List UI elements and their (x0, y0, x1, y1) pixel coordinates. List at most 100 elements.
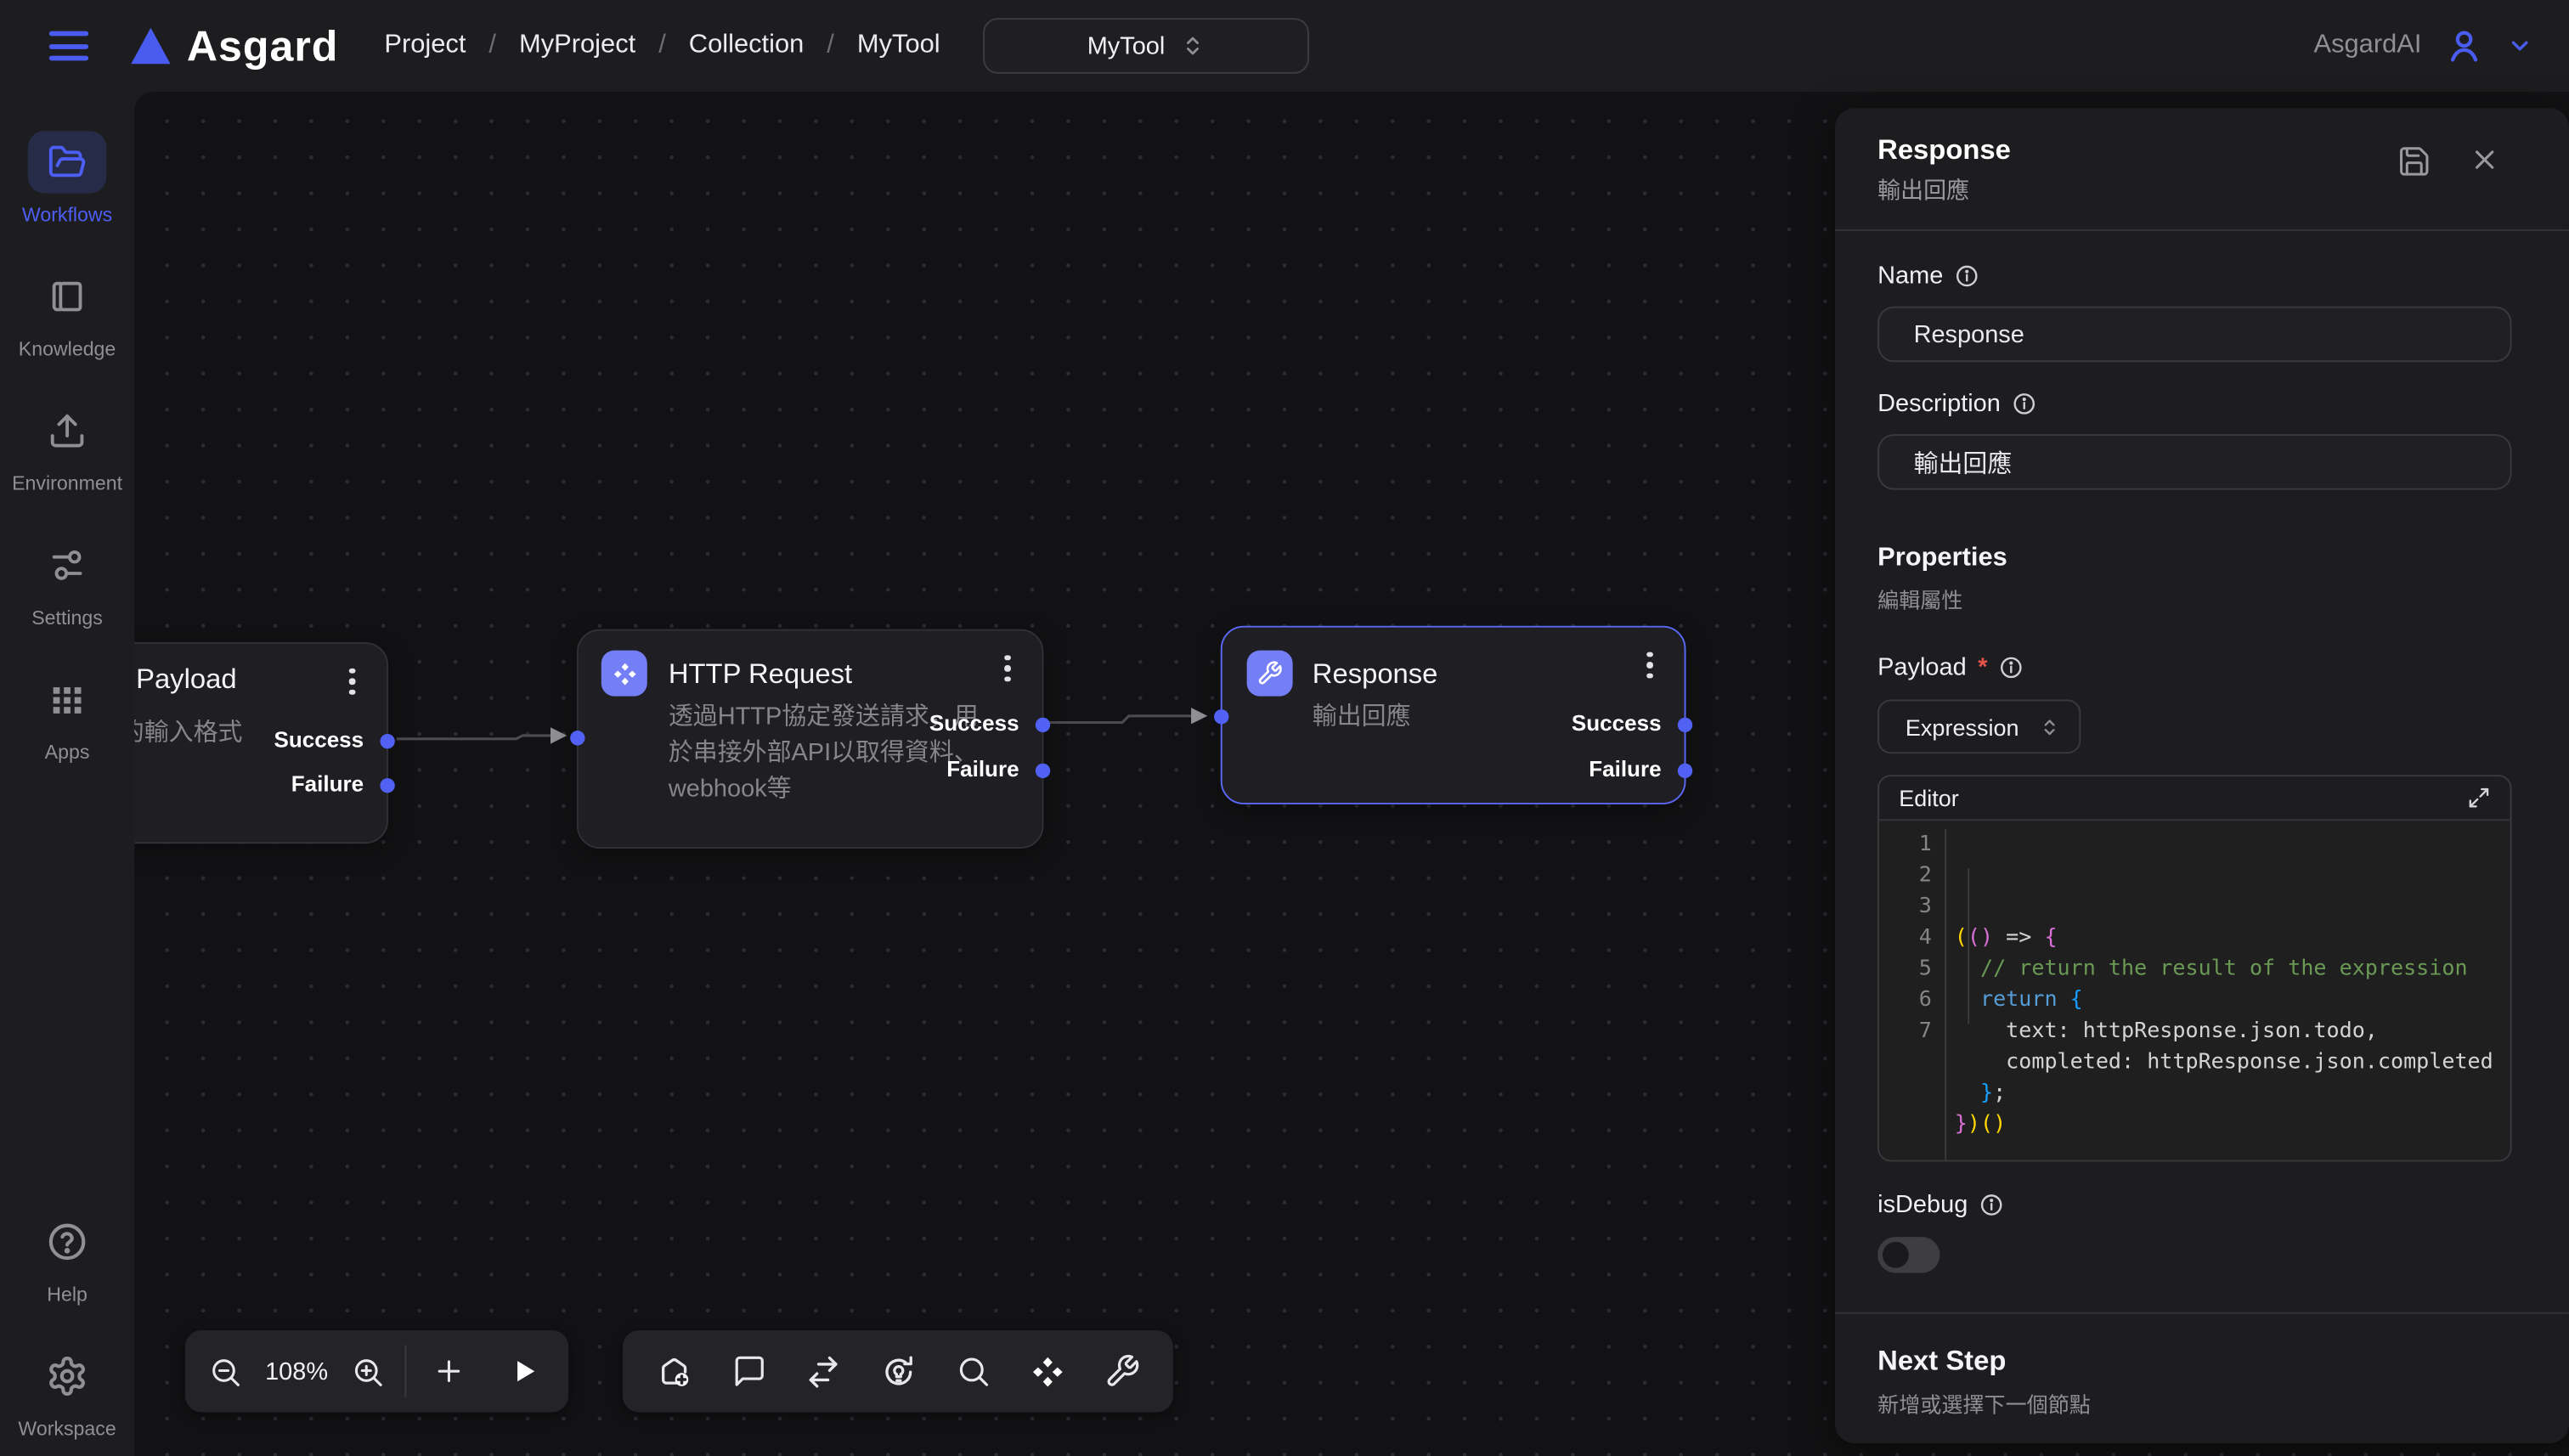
chevrons-up-down-icon (2040, 717, 2059, 736)
name-field-label: Name (1877, 262, 2511, 291)
folder-open-icon (48, 143, 87, 182)
port-failure-label: Failure (1589, 757, 1661, 782)
sidebar-label: Help (47, 1283, 88, 1306)
breadcrumb-mytool[interactable]: MyTool (857, 31, 940, 61)
description-field-label: Description (1877, 390, 2511, 418)
port-success-label: Success (274, 727, 364, 752)
expand-icon[interactable] (2467, 787, 2490, 810)
required-marker: * (1978, 653, 1987, 681)
node-title: Payload (136, 663, 236, 697)
chevron-down-icon[interactable] (2507, 33, 2533, 59)
tool-select-value: MyTool (1087, 32, 1166, 60)
payload-type-select[interactable]: Expression (1877, 699, 2081, 753)
zoom-in-icon[interactable] (351, 1354, 385, 1389)
workflow-nodes-icon[interactable] (1030, 1352, 1067, 1390)
code-line: // return the result of the expression (1955, 953, 2510, 985)
run-play-icon[interactable] (508, 1355, 541, 1388)
node-title: HTTP Request (669, 658, 852, 691)
node-menu-icon[interactable] (1635, 651, 1665, 680)
node-title: Response (1313, 658, 1438, 691)
node-payload[interactable]: Payload 的輸入格式 Success Failure (134, 642, 388, 844)
node-response[interactable]: Response 輸出回應 Success Failure (1221, 626, 1686, 804)
sidebar-label: Settings (31, 607, 103, 629)
input-handle[interactable] (570, 731, 584, 745)
search-icon[interactable] (956, 1353, 991, 1389)
editor-title: Editor (1899, 785, 1959, 811)
description-input[interactable]: 輸出回應 (1877, 434, 2511, 490)
panel-divider (1835, 229, 2569, 231)
help-circle-icon (46, 1221, 88, 1263)
indent-guide (1967, 868, 1968, 1024)
sidebar-item-settings[interactable]: Settings (8, 534, 127, 629)
payload-field-label: Payload * (1877, 653, 2511, 681)
zoom-level-label[interactable]: 108% (263, 1357, 331, 1385)
input-handle[interactable] (1214, 709, 1228, 724)
hamburger-menu-icon[interactable] (49, 31, 88, 61)
breadcrumb-separator: / (827, 31, 834, 61)
breadcrumb: Project / MyProject / Collection / MyToo… (384, 31, 940, 61)
panel-title: Response (1877, 134, 2011, 167)
isdebug-toggle[interactable] (1877, 1237, 1939, 1273)
add-node-icon[interactable] (655, 1352, 692, 1390)
breadcrumb-separator: / (488, 31, 496, 61)
breadcrumb-collection[interactable]: Collection (689, 31, 805, 61)
add-icon[interactable] (432, 1355, 466, 1388)
node-menu-icon[interactable] (337, 667, 367, 697)
port-failure-handle[interactable] (380, 777, 394, 792)
info-icon[interactable] (2012, 392, 2036, 416)
editor-code[interactable]: (() => { // return the result of the exp… (1945, 829, 2510, 1161)
user-avatar-icon[interactable] (2444, 26, 2483, 65)
auto-layout-icon[interactable] (880, 1352, 918, 1390)
editor-body[interactable]: 1234567 (() => { // return the result of… (1879, 819, 2510, 1161)
comment-icon[interactable] (731, 1353, 766, 1389)
zoom-out-icon[interactable] (208, 1354, 242, 1389)
info-icon[interactable] (1999, 655, 2024, 680)
grid-dots-icon (48, 680, 87, 719)
info-icon[interactable] (1955, 263, 1979, 288)
sidebar-item-workflows[interactable]: Workflows (8, 131, 127, 226)
port-failure-handle[interactable] (1036, 763, 1050, 777)
code-line: })() (1955, 1109, 2510, 1141)
port-success-handle[interactable] (1678, 717, 1692, 731)
canvas-actions-toolbar (623, 1330, 1173, 1412)
code-line: return { (1955, 985, 2510, 1016)
port-success-label: Success (1572, 711, 1662, 736)
panel-subtitle: 輸出回應 (1877, 173, 1969, 206)
http-request-node-icon (601, 651, 647, 697)
node-menu-icon[interactable] (993, 653, 1023, 683)
sidebar-item-knowledge[interactable]: Knowledge (8, 265, 127, 360)
panel-body: Name Response Description 輸出回應 Propertie… (1835, 262, 2569, 1273)
node-http-request[interactable]: HTTP Request 透過HTTP協定發送請求，用於串接外部API以取得資料… (577, 629, 1044, 849)
wrench-icon[interactable] (1105, 1353, 1141, 1389)
info-icon[interactable] (1979, 1193, 2004, 1217)
expression-editor[interactable]: Editor 1234567 (() => { // return the re… (1877, 775, 2511, 1161)
sidebar-item-workspace[interactable]: Workspace (8, 1345, 127, 1440)
breadcrumb-separator: / (658, 31, 666, 61)
sidebar-item-environment[interactable]: Environment (8, 400, 127, 495)
properties-section-title: Properties (1877, 544, 2511, 573)
code-line: completed: httpResponse.json.completed (1955, 1047, 2510, 1078)
port-failure-label: Failure (946, 757, 1019, 782)
code-line: (() => { (1955, 923, 2510, 954)
breadcrumb-project[interactable]: Project (384, 31, 466, 61)
breadcrumb-myproject[interactable]: MyProject (519, 31, 635, 61)
close-icon[interactable] (2469, 144, 2500, 176)
app: Asgard Project / MyProject / Collection … (0, 0, 2569, 1456)
sidebar-item-help[interactable]: Help (8, 1211, 127, 1306)
port-success-handle[interactable] (1036, 717, 1050, 731)
tool-select-dropdown[interactable]: MyTool (983, 18, 1309, 74)
swap-arrows-icon[interactable] (805, 1352, 842, 1390)
sidebar: Workflows Knowledge Environment Settings… (0, 92, 134, 1456)
next-step-subtitle: 新增或選擇下一個節點 (1877, 1387, 2511, 1419)
node-properties-panel: Response 輸出回應 Name Response D (1835, 108, 2569, 1443)
response-node-icon (1247, 651, 1293, 697)
save-icon[interactable] (2397, 144, 2431, 178)
workspace-name-label: AsgardAI (2314, 31, 2422, 61)
port-success-handle[interactable] (380, 733, 394, 748)
brand-title: Asgard (187, 20, 339, 71)
port-failure-handle[interactable] (1678, 763, 1692, 777)
sidebar-item-apps[interactable]: Apps (8, 669, 127, 764)
navbar: Asgard Project / MyProject / Collection … (0, 0, 2569, 92)
name-input[interactable]: Response (1877, 307, 2511, 363)
zoom-toolbar: 108% (185, 1330, 568, 1412)
